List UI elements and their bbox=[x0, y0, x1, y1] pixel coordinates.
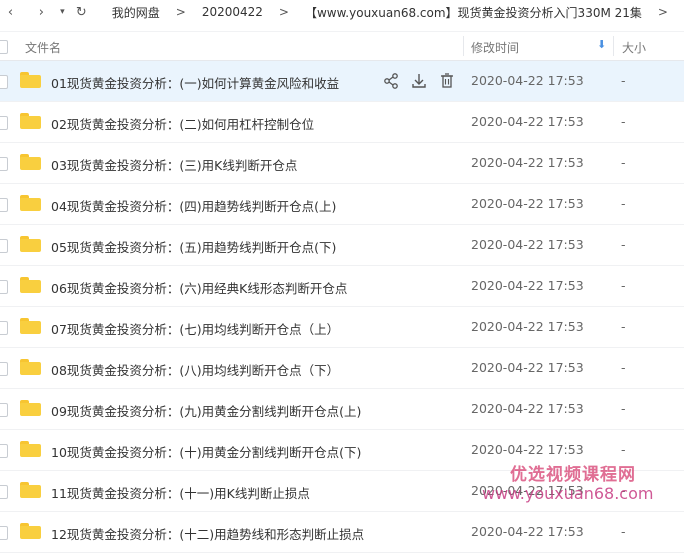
forward-icon[interactable]: › bbox=[33, 5, 50, 20]
column-header-name[interactable]: 文件名 bbox=[25, 39, 61, 56]
file-name[interactable]: 12现货黄金投资分析：(十二)用趋势线和形态判断止损点 bbox=[51, 524, 364, 543]
column-divider[interactable] bbox=[613, 36, 614, 56]
file-name[interactable]: 07现货黄金投资分析：(七)用均线判断开仓点（上） bbox=[51, 319, 339, 338]
file-name[interactable]: 10现货黄金投资分析：(十)用黄金分割线判断开仓点(下) bbox=[51, 442, 361, 461]
file-name[interactable]: 01现货黄金投资分析：(一)如何计算黄金风险和收益 bbox=[51, 73, 339, 92]
file-row[interactable]: 03现货黄金投资分析：(三)用K线判断开仓点 2020-04-22 17:53 - bbox=[0, 143, 684, 184]
folder-icon bbox=[20, 236, 41, 252]
watermark-title: 优选视频课程网 bbox=[510, 465, 636, 485]
folder-icon bbox=[20, 154, 41, 170]
row-checkbox[interactable] bbox=[0, 403, 8, 417]
column-divider[interactable] bbox=[463, 36, 464, 56]
file-row[interactable]: 06现货黄金投资分析：(六)用经典K线形态判断开仓点 2020-04-22 17:… bbox=[0, 266, 684, 307]
file-size: - bbox=[621, 360, 626, 375]
file-size: - bbox=[621, 278, 626, 293]
file-size: - bbox=[621, 196, 626, 211]
file-modified-time: 2020-04-22 17:53 bbox=[471, 196, 584, 211]
file-modified-time: 2020-04-22 17:53 bbox=[471, 278, 584, 293]
breadcrumb-separator: > bbox=[175, 5, 186, 19]
folder-icon bbox=[20, 72, 41, 88]
row-checkbox[interactable] bbox=[0, 444, 8, 458]
file-modified-time: 2020-04-22 17:53 bbox=[471, 73, 584, 88]
folder-icon bbox=[20, 277, 41, 293]
watermark-url: www.youxuan68.com bbox=[482, 484, 654, 503]
top-navigation-bar: ‹ › ▾ ↻ 我的网盘 > 20200422 > 【www.youxuan68… bbox=[0, 0, 684, 24]
file-row[interactable]: 01现货黄金投资分析：(一)如何计算黄金风险和收益 2020-04-22 17:5… bbox=[0, 61, 684, 102]
row-actions bbox=[382, 72, 456, 93]
delete-icon[interactable] bbox=[438, 72, 456, 93]
file-modified-time: 2020-04-22 17:53 bbox=[471, 319, 584, 334]
breadcrumb-item[interactable]: 我的网盘 bbox=[112, 4, 160, 21]
file-list-header: 文件名 修改时间 ⬇ 大小 bbox=[0, 31, 684, 61]
back-icon[interactable]: ‹ bbox=[2, 5, 19, 20]
folder-icon bbox=[20, 441, 41, 457]
download-icon[interactable] bbox=[410, 72, 428, 93]
file-name[interactable]: 04现货黄金投资分析：(四)用趋势线判断开仓点(上) bbox=[51, 196, 336, 215]
file-name[interactable]: 11现货黄金投资分析：(十一)用K线判断止损点 bbox=[51, 483, 310, 502]
breadcrumb-separator: > bbox=[278, 5, 289, 19]
file-size: - bbox=[621, 524, 626, 539]
folder-icon bbox=[20, 113, 41, 129]
file-name[interactable]: 06现货黄金投资分析：(六)用经典K线形态判断开仓点 bbox=[51, 278, 347, 297]
folder-icon bbox=[20, 523, 41, 539]
file-size: - bbox=[621, 442, 626, 457]
row-checkbox[interactable] bbox=[0, 116, 8, 130]
breadcrumb-item[interactable]: 20200422 bbox=[202, 5, 263, 19]
row-checkbox[interactable] bbox=[0, 239, 8, 253]
breadcrumb-separator: > bbox=[657, 5, 668, 19]
breadcrumb-item[interactable]: 【www.youxuan68.com】现货黄金投资分析入门330M 21集 bbox=[305, 4, 642, 21]
file-size: - bbox=[621, 155, 626, 170]
file-modified-time: 2020-04-22 17:53 bbox=[471, 401, 584, 416]
row-checkbox[interactable] bbox=[0, 157, 8, 171]
file-size: - bbox=[621, 237, 626, 252]
file-modified-time: 2020-04-22 17:53 bbox=[471, 114, 584, 129]
dropdown-icon[interactable]: ▾ bbox=[54, 7, 71, 17]
file-row[interactable]: 04现货黄金投资分析：(四)用趋势线判断开仓点(上) 2020-04-22 17:… bbox=[0, 184, 684, 225]
file-name[interactable]: 08现货黄金投资分析：(八)用均线判断开仓点（下） bbox=[51, 360, 339, 379]
row-checkbox[interactable] bbox=[0, 198, 8, 212]
row-checkbox[interactable] bbox=[0, 321, 8, 335]
file-size: - bbox=[621, 319, 626, 334]
folder-icon bbox=[20, 195, 41, 211]
file-modified-time: 2020-04-22 17:53 bbox=[471, 524, 584, 539]
sort-down-icon[interactable]: ⬇ bbox=[597, 38, 606, 51]
row-checkbox[interactable] bbox=[0, 526, 8, 540]
file-modified-time: 2020-04-22 17:53 bbox=[471, 237, 584, 252]
share-icon[interactable] bbox=[382, 72, 400, 93]
file-modified-time: 2020-04-22 17:53 bbox=[471, 155, 584, 170]
folder-icon bbox=[20, 359, 41, 375]
row-checkbox[interactable] bbox=[0, 280, 8, 294]
file-row[interactable]: 12现货黄金投资分析：(十二)用趋势线和形态判断止损点 2020-04-22 17… bbox=[0, 512, 684, 553]
file-row[interactable]: 09现货黄金投资分析：(九)用黄金分割线判断开仓点(上) 2020-04-22 1… bbox=[0, 389, 684, 430]
file-row[interactable]: 05现货黄金投资分析：(五)用趋势线判断开仓点(下) 2020-04-22 17:… bbox=[0, 225, 684, 266]
row-checkbox[interactable] bbox=[0, 362, 8, 376]
file-modified-time: 2020-04-22 17:53 bbox=[471, 442, 584, 457]
select-all-checkbox[interactable] bbox=[0, 40, 8, 54]
refresh-icon[interactable]: ↻ bbox=[73, 5, 90, 20]
folder-icon bbox=[20, 482, 41, 498]
folder-icon bbox=[20, 318, 41, 334]
file-size: - bbox=[621, 401, 626, 416]
column-header-size[interactable]: 大小 bbox=[622, 39, 646, 56]
folder-icon bbox=[20, 400, 41, 416]
file-row[interactable]: 02现货黄金投资分析：(二)如何用杠杆控制仓位 2020-04-22 17:53 - bbox=[0, 102, 684, 143]
file-name[interactable]: 05现货黄金投资分析：(五)用趋势线判断开仓点(下) bbox=[51, 237, 336, 256]
file-name[interactable]: 02现货黄金投资分析：(二)如何用杠杆控制仓位 bbox=[51, 114, 314, 133]
column-header-modified[interactable]: 修改时间 bbox=[471, 39, 519, 56]
row-checkbox[interactable] bbox=[0, 75, 8, 89]
file-row[interactable]: 08现货黄金投资分析：(八)用均线判断开仓点（下） 2020-04-22 17:5… bbox=[0, 348, 684, 389]
file-name[interactable]: 09现货黄金投资分析：(九)用黄金分割线判断开仓点(上) bbox=[51, 401, 361, 420]
row-checkbox[interactable] bbox=[0, 485, 8, 499]
file-size: - bbox=[621, 114, 626, 129]
file-modified-time: 2020-04-22 17:53 bbox=[471, 360, 584, 375]
file-row[interactable]: 07现货黄金投资分析：(七)用均线判断开仓点（上） 2020-04-22 17:5… bbox=[0, 307, 684, 348]
breadcrumb: 我的网盘 > 20200422 > 【www.youxuan68.com】现货黄… bbox=[112, 4, 684, 21]
file-name[interactable]: 03现货黄金投资分析：(三)用K线判断开仓点 bbox=[51, 155, 297, 174]
file-size: - bbox=[621, 73, 626, 88]
